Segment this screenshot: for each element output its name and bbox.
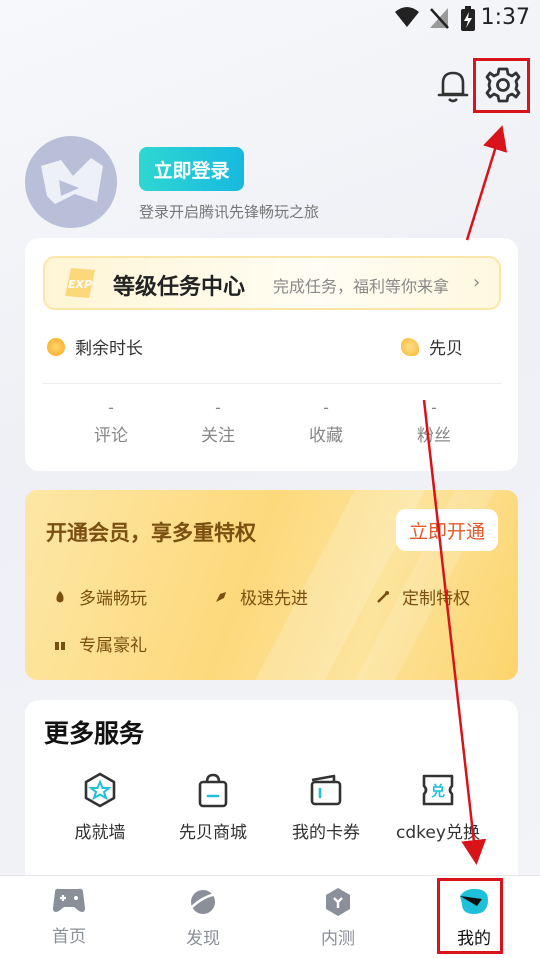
- exchange-icon: 兑: [422, 774, 454, 806]
- bell-icon[interactable]: [436, 68, 470, 104]
- flame-icon: [56, 590, 64, 602]
- nav-label: 首页: [52, 927, 86, 947]
- nav-discover[interactable]: 发现: [153, 886, 253, 949]
- xianbei-label: 先贝: [429, 339, 463, 359]
- battery-charging-icon: [461, 6, 475, 31]
- no-signal-icon: [430, 8, 449, 29]
- vip-title: 开通会员，享多重特权: [46, 521, 256, 545]
- status-time: 1:37: [480, 5, 530, 30]
- perk-label: 专属豪礼: [79, 636, 147, 656]
- service-label: 先贝商城: [179, 823, 247, 843]
- svg-text:兑: 兑: [431, 783, 445, 800]
- perk-label: 极速先进: [240, 589, 308, 609]
- service-label: 我的卡券: [292, 823, 360, 843]
- service-cdkey-exchange[interactable]: 兑 cdkey兑换: [383, 772, 493, 843]
- counter-label: 评论: [94, 426, 128, 446]
- perk-gift: 专属豪礼: [53, 631, 147, 656]
- wallet-icon: [310, 774, 342, 806]
- magic-wand-icon: [377, 590, 389, 603]
- svg-text:EXP: EXP: [68, 278, 92, 291]
- perk-label: 定制特权: [402, 589, 470, 609]
- hexagon-icon: [326, 888, 350, 916]
- level-task-subtitle: 完成任务，福利等你来拿: [273, 277, 450, 296]
- vip-promo-card[interactable]: 开通会员，享多重特权 立即开通 多端畅玩 极速先进 定制特权 专属豪礼: [25, 490, 518, 680]
- perk-multi-device: 多端畅玩: [53, 584, 147, 609]
- nav-beta-test[interactable]: 内测: [288, 886, 388, 949]
- arrow-to-settings: [465, 125, 508, 241]
- login-subtitle: 登录开启腾讯先锋畅玩之旅: [139, 203, 320, 221]
- service-achievement-wall[interactable]: 成就墙: [45, 772, 155, 843]
- counter-value: -: [323, 398, 329, 417]
- perk-custom: 定制特权: [376, 584, 470, 609]
- services-title: 更多服务: [44, 719, 145, 748]
- remaining-time-stat[interactable]: 剩余时长: [47, 334, 143, 359]
- remaining-time-label: 剩余时长: [75, 339, 143, 359]
- counter-value: -: [108, 398, 114, 417]
- chevron-right-icon: ›: [473, 272, 481, 293]
- user-stats-card: EXP 等级任务中心 完成任务，福利等你来拿 › 剩余时长 先贝 - 评论 - …: [25, 238, 518, 471]
- wifi-icon: [395, 7, 419, 27]
- counter-value: -: [215, 398, 221, 417]
- counter-following[interactable]: - 关注: [178, 398, 258, 446]
- shell-coin-icon: [401, 337, 419, 356]
- counter-label: 关注: [201, 426, 235, 446]
- gamepad-icon: [53, 888, 85, 912]
- service-label: 成就墙: [74, 823, 126, 843]
- counter-comments[interactable]: - 评论: [71, 398, 151, 446]
- exp-badge-icon: EXP: [65, 268, 95, 298]
- perk-label: 多端畅玩: [79, 589, 147, 609]
- service-xianbei-shop[interactable]: 先贝商城: [158, 772, 268, 843]
- counter-label: 收藏: [309, 426, 343, 446]
- timer-coin-icon: [47, 337, 65, 356]
- settings-highlight-box: [473, 58, 530, 113]
- nav-label: 发现: [186, 929, 220, 949]
- nav-home[interactable]: 首页: [19, 886, 119, 947]
- divider: [43, 383, 501, 384]
- level-task-title: 等级任务中心: [113, 275, 246, 300]
- status-bar: 1:37: [0, 0, 540, 36]
- perk-speed: 极速先进: [214, 584, 308, 609]
- more-services-card: 更多服务 成就墙 先贝商城 我的卡券 兑 cdkey兑换: [25, 700, 518, 900]
- login-button[interactable]: 立即登录: [139, 147, 244, 191]
- rocket-icon: [216, 591, 226, 602]
- service-label: cdkey兑换: [396, 823, 480, 843]
- shop-bag-icon: [198, 773, 228, 808]
- mine-tab-highlight-box: [437, 878, 503, 954]
- xianbei-stat[interactable]: 先贝: [401, 334, 463, 359]
- nav-label: 内测: [321, 929, 355, 949]
- gift-icon: [55, 638, 65, 650]
- planet-icon: [190, 890, 218, 914]
- counter-value: -: [431, 398, 437, 417]
- counter-favorites[interactable]: - 收藏: [286, 398, 366, 446]
- achievement-icon: [84, 772, 116, 808]
- level-task-banner[interactable]: EXP 等级任务中心 完成任务，福利等你来拿 ›: [43, 256, 501, 310]
- avatar[interactable]: [25, 136, 117, 228]
- vip-open-button[interactable]: 立即开通: [396, 509, 498, 551]
- service-my-coupons[interactable]: 我的卡券: [271, 772, 381, 843]
- counter-label: 粉丝: [417, 426, 451, 446]
- counter-fans[interactable]: - 粉丝: [394, 398, 474, 446]
